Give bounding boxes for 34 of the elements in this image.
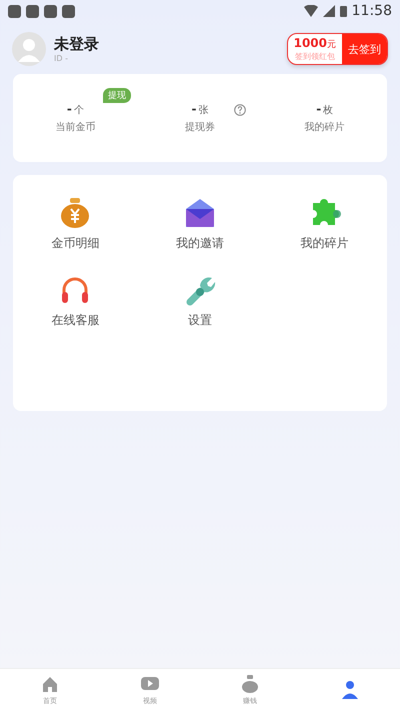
stat-label: 当前金币 xyxy=(55,120,96,134)
reward-amount: 1000元 xyxy=(294,36,336,52)
home-icon xyxy=(40,674,60,694)
menu-item[interactable]: 金币明细 xyxy=(13,197,138,252)
clock-text: 11:58 xyxy=(352,3,392,19)
notification-icon xyxy=(26,4,39,18)
stat-value: - xyxy=(316,102,322,116)
stat-unit: 个 xyxy=(74,104,84,117)
stat-value: - xyxy=(192,102,196,116)
menu-item[interactable]: 我的邀请 xyxy=(138,197,262,252)
money-bag-icon xyxy=(59,197,92,229)
user-name: 未登录 xyxy=(54,35,99,54)
battery-icon xyxy=(340,5,347,17)
user-icon xyxy=(340,680,360,700)
stat-value: - xyxy=(66,102,72,116)
stat-label: 提现券 xyxy=(185,120,215,134)
stat-unit: 张 xyxy=(198,104,208,117)
menu-item[interactable]: 设置 xyxy=(138,274,262,329)
stat-unit: 枚 xyxy=(323,104,334,117)
notification-icon xyxy=(62,4,75,18)
menu-item[interactable]: 我的碎片 xyxy=(262,197,387,252)
money-bag-icon xyxy=(240,674,260,694)
help-icon xyxy=(234,104,246,116)
reward-subtitle: 签到领红包 xyxy=(294,52,336,62)
avatar-icon xyxy=(12,32,46,66)
signal-icon xyxy=(322,5,335,17)
envelope-icon xyxy=(184,197,216,229)
wifi-icon xyxy=(304,5,318,17)
user-id: ID - xyxy=(54,54,69,63)
checkin-button[interactable]: 去签到 xyxy=(342,34,387,64)
notification-icon xyxy=(44,4,57,18)
menu-item[interactable]: 在线客服 xyxy=(13,274,138,329)
notification-icon xyxy=(8,4,21,18)
stat-label: 我的碎片 xyxy=(304,120,345,134)
